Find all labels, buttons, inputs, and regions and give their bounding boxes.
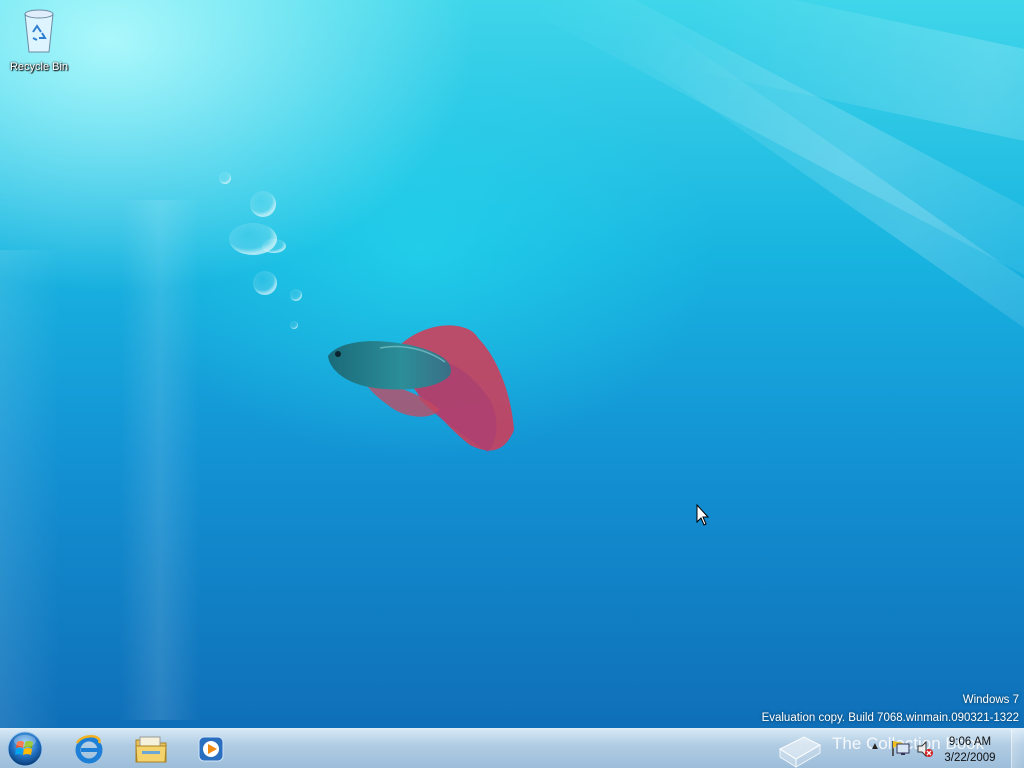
desktop[interactable]: Recycle Bin Windows 7 Evaluation copy. B…: [0, 0, 1024, 728]
folder-libraries-icon: [135, 736, 167, 763]
clock-time: 9:06 AM: [948, 736, 992, 748]
taskbar-media-player-button[interactable]: [184, 731, 238, 767]
network-icon[interactable]: [896, 741, 912, 757]
evaluation-watermark: Windows 7 Evaluation copy. Build 7068.wi…: [762, 691, 1019, 727]
wallpaper-artwork: [219, 172, 710, 526]
taskbar-windows-explorer-button[interactable]: [124, 731, 178, 767]
betta-fish: [328, 325, 514, 452]
book-icon: [778, 736, 822, 768]
show-desktop-button[interactable]: [1011, 729, 1024, 768]
taskbar[interactable]: The Collection Book ▲ 9:06 AM 3/22/2009: [0, 728, 1024, 768]
system-clock[interactable]: 9:06 AM 3/22/2009: [940, 734, 1000, 766]
media-player-icon: [198, 736, 224, 762]
watermark-os-name: Windows 7: [962, 694, 1019, 706]
watermark-build: Evaluation copy. Build 7068.winmain.0903…: [761, 712, 1019, 724]
volume-icon[interactable]: [916, 740, 934, 758]
clock-date: 3/22/2009: [944, 752, 996, 764]
recycle-bin-icon: [24, 9, 54, 53]
windows-logo-icon: [7, 731, 43, 767]
taskbar-internet-explorer-button[interactable]: [62, 731, 116, 767]
recycle-bin-label: Recycle Bin: [9, 61, 69, 73]
notification-area: ▲: [866, 739, 940, 759]
show-hidden-icons-chevron[interactable]: ▲: [870, 741, 880, 752]
start-button[interactable]: [6, 730, 44, 768]
bubbles: [219, 172, 302, 329]
internet-explorer-icon: [75, 735, 103, 764]
recycle-bin-desktop-icon[interactable]: Recycle Bin: [4, 6, 74, 73]
mouse-cursor-icon: [696, 503, 710, 526]
